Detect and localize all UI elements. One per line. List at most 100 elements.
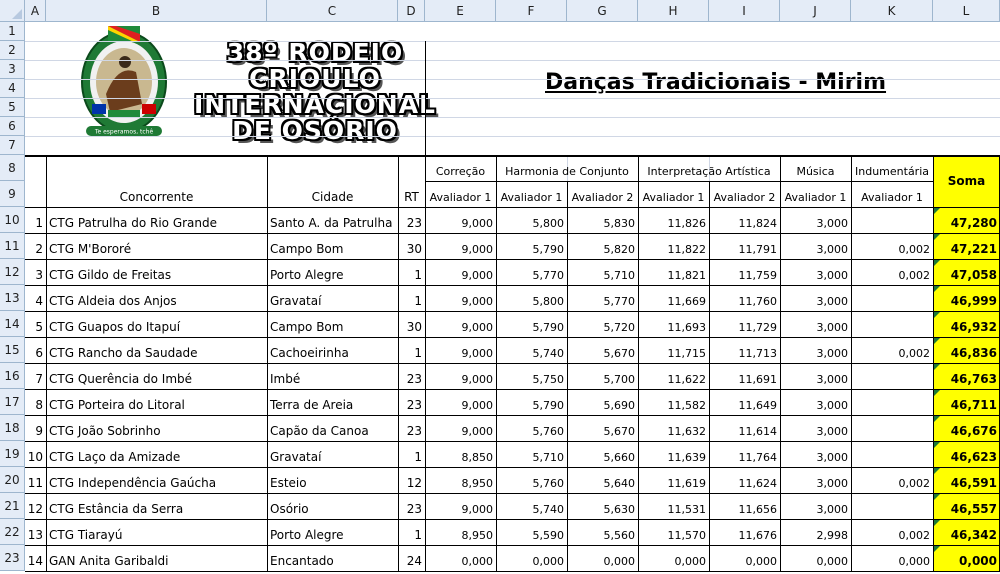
- header-avaliador[interactable]: Avaliador 1: [496, 181, 567, 207]
- cell-concorrente[interactable]: CTG Tiarayú: [46, 519, 267, 545]
- cell-score-e[interactable]: 9,000: [425, 493, 496, 519]
- cell-rank[interactable]: 1: [25, 207, 46, 233]
- cell-score-j[interactable]: 2,998: [780, 519, 851, 545]
- cell-score-h[interactable]: 11,821: [638, 259, 709, 285]
- cell-score-k[interactable]: [851, 415, 933, 441]
- header-avaliador[interactable]: Avaliador 1: [425, 181, 496, 207]
- header-avaliador[interactable]: Avaliador 1: [851, 181, 933, 207]
- cell-cidade[interactable]: Terra de Areia: [267, 389, 398, 415]
- cell-score-h[interactable]: 11,826: [638, 207, 709, 233]
- row-header-8[interactable]: 8: [0, 155, 25, 181]
- cell-score-f[interactable]: 5,760: [496, 415, 567, 441]
- cell-score-f[interactable]: 5,740: [496, 493, 567, 519]
- cell-score-i[interactable]: 11,691: [709, 363, 780, 389]
- header-cidade[interactable]: Cidade: [267, 181, 398, 207]
- cell-score-j[interactable]: 3,000: [780, 415, 851, 441]
- cell-score-g[interactable]: 5,820: [567, 233, 638, 259]
- cell-rt[interactable]: 23: [398, 389, 425, 415]
- column-header-d[interactable]: D: [398, 0, 425, 22]
- cell-concorrente[interactable]: CTG Independência Gaúcha: [46, 467, 267, 493]
- cell-soma[interactable]: 46,342: [933, 519, 1000, 545]
- cell-score-e[interactable]: 8,850: [425, 441, 496, 467]
- cell-score-e[interactable]: 9,000: [425, 337, 496, 363]
- cell-soma[interactable]: 0,000: [933, 545, 1000, 571]
- cell-cidade[interactable]: Porto Alegre: [267, 259, 398, 285]
- cell-score-g[interactable]: 5,770: [567, 285, 638, 311]
- cell-rt[interactable]: 1: [398, 519, 425, 545]
- header-musica[interactable]: Música: [780, 155, 851, 181]
- header-harmonia-conjunto[interactable]: Harmonia de Conjunto: [496, 155, 638, 181]
- cell-score-g[interactable]: 5,690: [567, 389, 638, 415]
- cell-cidade[interactable]: Imbé: [267, 363, 398, 389]
- cell-rt[interactable]: 1: [398, 441, 425, 467]
- cell-score-f[interactable]: 5,770: [496, 259, 567, 285]
- cell-rank[interactable]: 4: [25, 285, 46, 311]
- cell-score-k[interactable]: 0,002: [851, 233, 933, 259]
- cell-rt[interactable]: 23: [398, 415, 425, 441]
- cell-score-i[interactable]: 11,824: [709, 207, 780, 233]
- cell-score-i[interactable]: 11,764: [709, 441, 780, 467]
- row-header-5[interactable]: 5: [0, 98, 25, 117]
- cell-score-g[interactable]: 5,660: [567, 441, 638, 467]
- row-header-14[interactable]: 14: [0, 311, 25, 337]
- cell-rank[interactable]: 5: [25, 311, 46, 337]
- cell-score-j[interactable]: 0,000: [780, 545, 851, 571]
- row-header-17[interactable]: 17: [0, 389, 25, 415]
- cell-score-k[interactable]: 0,002: [851, 337, 933, 363]
- cell-score-k[interactable]: [851, 363, 933, 389]
- cell-concorrente[interactable]: CTG Querência do Imbé: [46, 363, 267, 389]
- cell-soma[interactable]: 46,676: [933, 415, 1000, 441]
- cell-cidade[interactable]: Osório: [267, 493, 398, 519]
- cell-score-k[interactable]: [851, 311, 933, 337]
- header-avaliador[interactable]: Avaliador 2: [709, 181, 780, 207]
- cell-score-h[interactable]: 11,822: [638, 233, 709, 259]
- cell-rank[interactable]: 3: [25, 259, 46, 285]
- cell-rank[interactable]: 13: [25, 519, 46, 545]
- column-header-i[interactable]: I: [709, 0, 780, 22]
- cell-score-j[interactable]: 3,000: [780, 337, 851, 363]
- row-header-19[interactable]: 19: [0, 441, 25, 467]
- cell-score-f[interactable]: 5,790: [496, 311, 567, 337]
- cell-rt[interactable]: 24: [398, 545, 425, 571]
- cell-score-k[interactable]: [851, 441, 933, 467]
- cell-score-i[interactable]: 11,649: [709, 389, 780, 415]
- header-correcao[interactable]: Correção: [425, 155, 496, 181]
- cell-score-h[interactable]: 11,570: [638, 519, 709, 545]
- cell-rt[interactable]: 23: [398, 207, 425, 233]
- cell-score-i[interactable]: 11,759: [709, 259, 780, 285]
- cell-score-e[interactable]: 8,950: [425, 467, 496, 493]
- row-header-12[interactable]: 12: [0, 259, 25, 285]
- cell-concorrente[interactable]: GAN Anita Garibaldi: [46, 545, 267, 571]
- cell-score-i[interactable]: 11,760: [709, 285, 780, 311]
- cell-score-h[interactable]: 11,531: [638, 493, 709, 519]
- row-header-10[interactable]: 10: [0, 207, 25, 233]
- cell-score-h[interactable]: 11,639: [638, 441, 709, 467]
- cell-rt[interactable]: 1: [398, 259, 425, 285]
- cell-score-f[interactable]: 5,790: [496, 233, 567, 259]
- header-indumentaria[interactable]: Indumentária: [851, 155, 933, 181]
- cell-score-h[interactable]: 11,619: [638, 467, 709, 493]
- cell-cidade[interactable]: Capão da Canoa: [267, 415, 398, 441]
- cell-score-f[interactable]: 5,590: [496, 519, 567, 545]
- row-header-4[interactable]: 4: [0, 79, 25, 98]
- cell-score-f[interactable]: 0,000: [496, 545, 567, 571]
- cell-score-e[interactable]: 9,000: [425, 259, 496, 285]
- cell-score-e[interactable]: 9,000: [425, 363, 496, 389]
- row-header-21[interactable]: 21: [0, 493, 25, 519]
- cell-cidade[interactable]: Gravataí: [267, 285, 398, 311]
- cell-score-e[interactable]: 8,950: [425, 519, 496, 545]
- cell-score-i[interactable]: 11,624: [709, 467, 780, 493]
- cell-score-h[interactable]: 11,715: [638, 337, 709, 363]
- cell-score-j[interactable]: 3,000: [780, 311, 851, 337]
- cell-score-i[interactable]: 11,656: [709, 493, 780, 519]
- header-avaliador[interactable]: Avaliador 1: [638, 181, 709, 207]
- cell-score-g[interactable]: 5,700: [567, 363, 638, 389]
- header-avaliador[interactable]: Avaliador 2: [567, 181, 638, 207]
- cell-score-k[interactable]: 0,000: [851, 545, 933, 571]
- cell-score-k[interactable]: 0,002: [851, 467, 933, 493]
- select-all-corner[interactable]: [0, 0, 25, 22]
- column-header-a[interactable]: A: [25, 0, 46, 22]
- cell-score-k[interactable]: [851, 493, 933, 519]
- cell-score-e[interactable]: 9,000: [425, 415, 496, 441]
- spreadsheet[interactable]: Te esperamos, tchê 38º RODEIO CRIOULO IN…: [0, 0, 1000, 574]
